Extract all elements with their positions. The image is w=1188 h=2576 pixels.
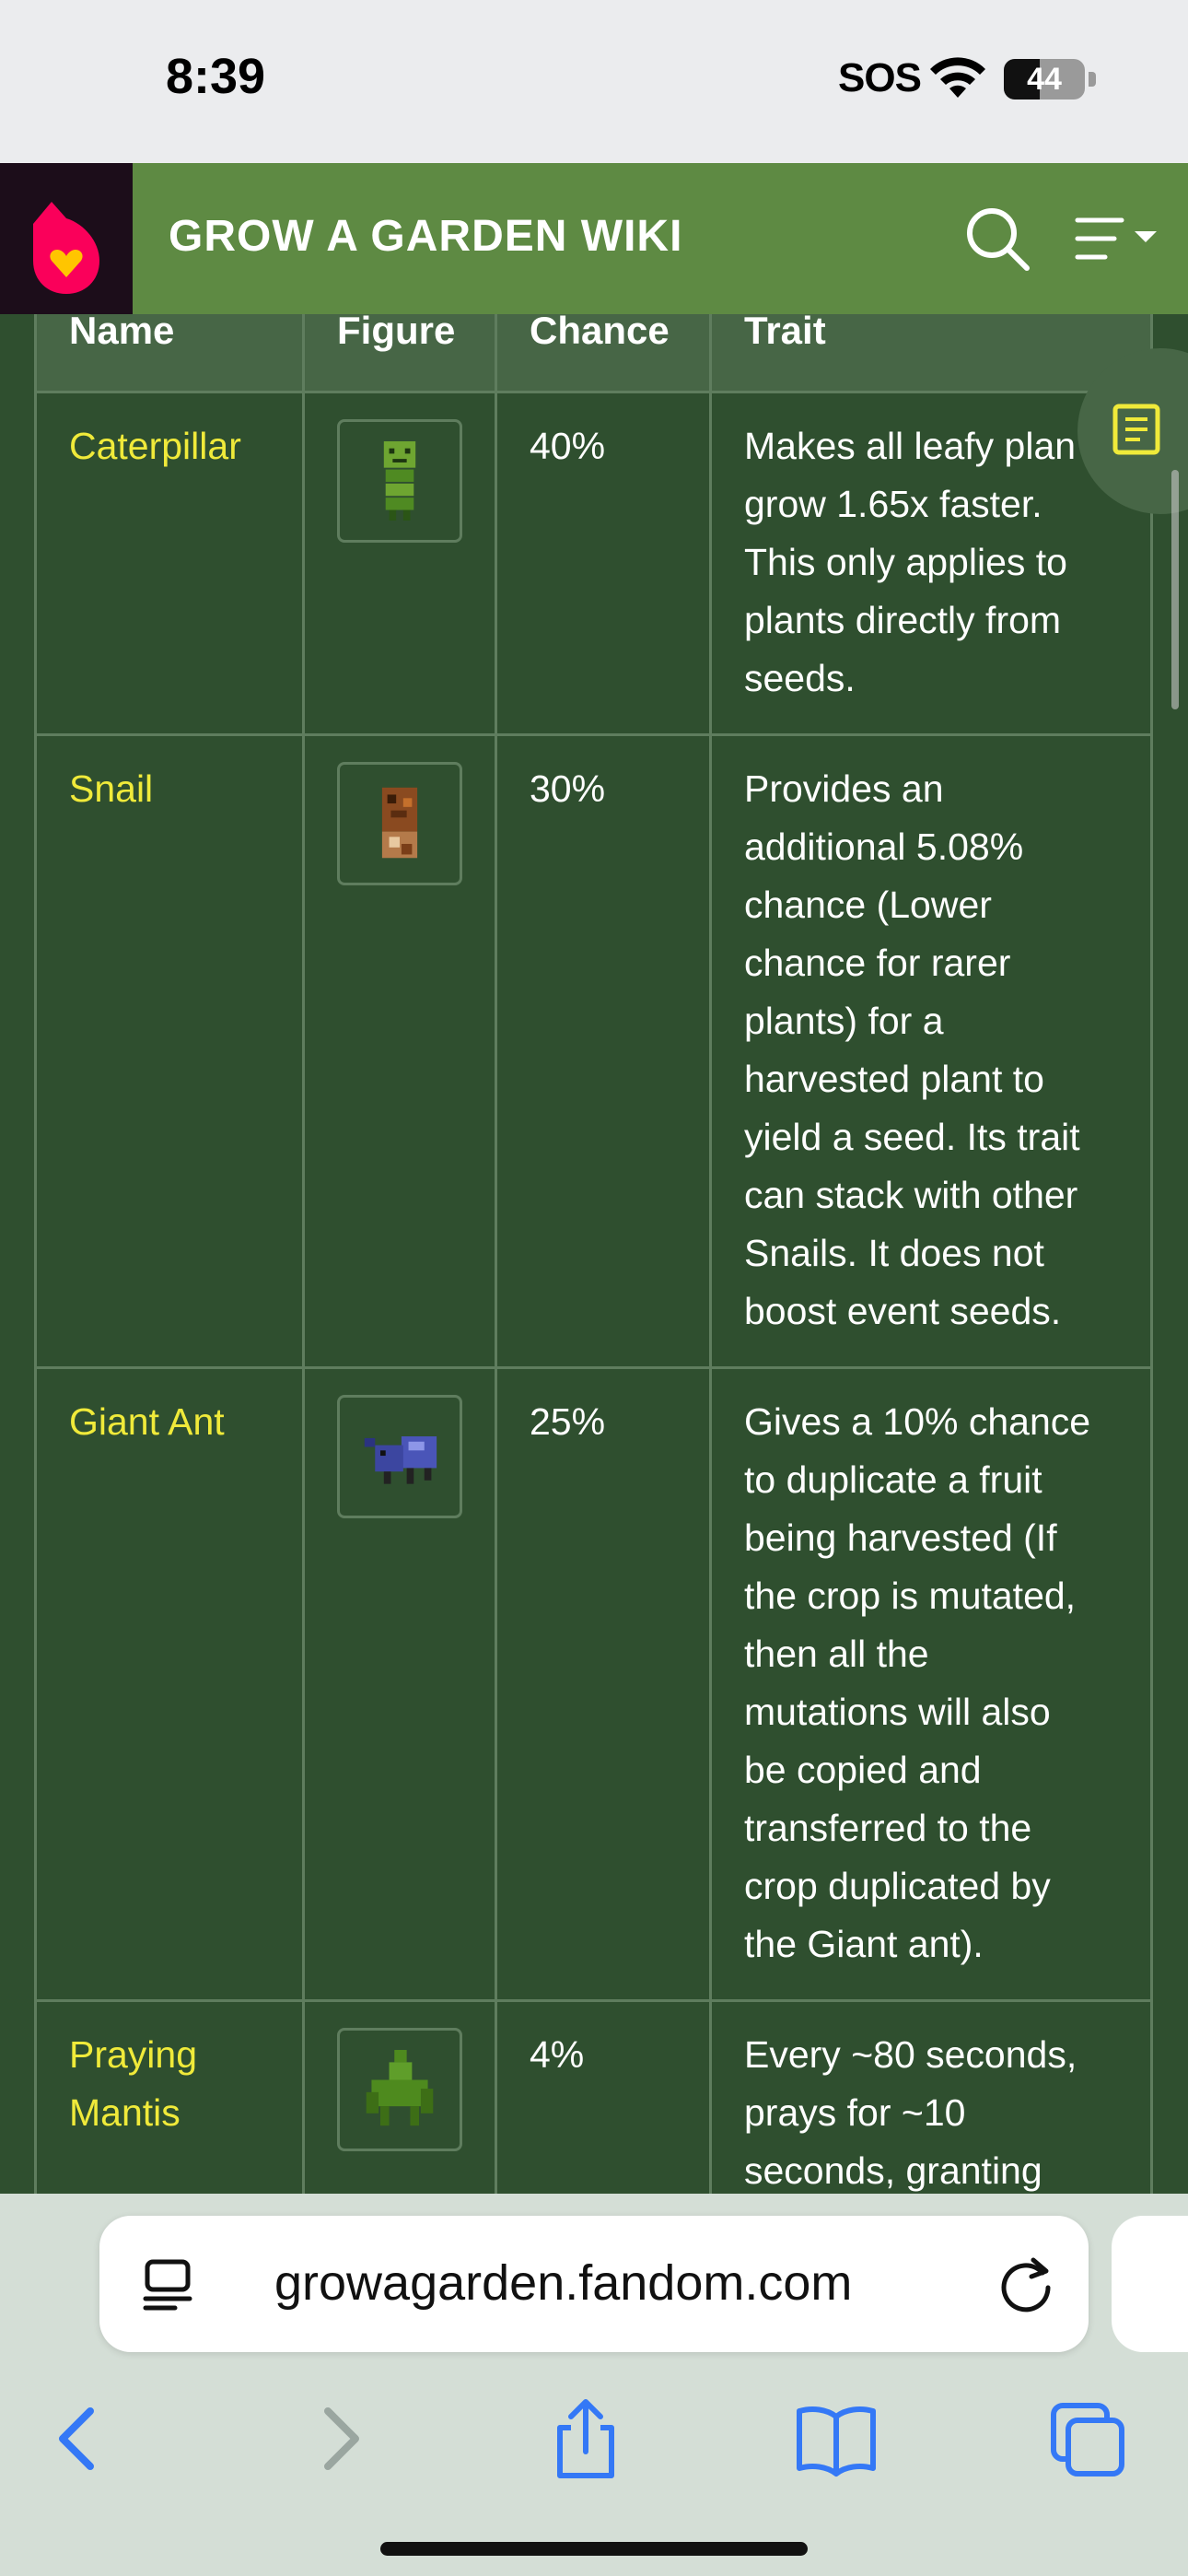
pet-figure[interactable] — [337, 762, 462, 885]
trait-line: then all the — [744, 1633, 929, 1675]
caterpillar-figure-icon — [383, 441, 416, 521]
pet-trait: Gives a 10% chance to duplicate a fruit … — [744, 1393, 1149, 1973]
trait-line: chance for rarer — [744, 942, 1011, 984]
wiki-header: GROW A GARDEN WIKI — [0, 163, 1188, 314]
battery-level: 44 — [1027, 62, 1062, 97]
scrollbar-thumb[interactable] — [1171, 470, 1179, 709]
wiki-title[interactable]: GROW A GARDEN WIKI — [169, 211, 682, 262]
table-row: Giant Ant 25% Gives a 10% chance to dupl… — [34, 1369, 1153, 2002]
fandom-logo[interactable] — [0, 163, 133, 314]
pet-figure[interactable] — [337, 1395, 462, 1518]
tabs-icon[interactable] — [1044, 2396, 1129, 2481]
pet-chance: 4% — [530, 2033, 585, 2076]
column-header-trait: Trait — [744, 314, 826, 352]
trait-line: Provides an — [744, 767, 944, 810]
address-bar[interactable]: growagarden.fandom.com — [99, 2216, 1089, 2352]
bookmarks-icon[interactable] — [794, 2396, 879, 2481]
trait-line: boost event seeds. — [744, 1290, 1062, 1332]
column-divider — [302, 314, 305, 2194]
trait-line: This only applies to — [744, 541, 1067, 583]
page-menu-icon[interactable] — [142, 2258, 193, 2313]
status-time: 8:39 — [166, 49, 266, 104]
reload-icon[interactable] — [996, 2253, 1055, 2313]
column-divider — [495, 314, 497, 2194]
url-text[interactable]: growagarden.fandom.com — [274, 2254, 852, 2312]
table-row: Caterpillar 40% Makes all leafy plan gro… — [34, 393, 1153, 736]
pet-name[interactable]: Caterpillar — [69, 417, 241, 475]
praying-mantis-figure-icon — [366, 2050, 434, 2126]
trait-line: plants directly from — [744, 599, 1062, 641]
trait-line: seconds, granting — [744, 2149, 1042, 2192]
pet-name[interactable]: Praying Mantis — [69, 2026, 197, 2142]
column-divider — [34, 314, 37, 2194]
column-header-chance: Chance — [530, 314, 670, 352]
pet-name-line: Mantis — [69, 2091, 181, 2134]
trait-line: chance (Lower — [744, 884, 992, 926]
trait-line: Every ~80 seconds, — [744, 2033, 1077, 2076]
trait-line: prays for ~10 — [744, 2091, 966, 2134]
trait-line: yield a seed. Its trait — [744, 1116, 1080, 1158]
column-divider — [1150, 314, 1153, 2194]
battery-tip — [1089, 72, 1096, 87]
trait-line: be copied and — [744, 1749, 982, 1791]
trait-line: the Giant ant). — [744, 1923, 984, 1965]
trait-line: to duplicate a fruit — [744, 1458, 1042, 1501]
menu-icon[interactable] — [1074, 215, 1162, 263]
browser-nav-row — [0, 2378, 1188, 2498]
trait-line: crop duplicated by — [744, 1865, 1051, 1907]
snail-figure-icon — [381, 787, 418, 859]
trait-line: can stack with other — [744, 1174, 1078, 1216]
giant-ant-figure-icon — [364, 1436, 437, 1484]
trait-line: Gives a 10% chance — [744, 1400, 1091, 1443]
wifi-icon — [930, 57, 985, 98]
trait-line: plants) for a — [744, 1000, 944, 1042]
table-of-contents-icon — [1112, 404, 1160, 455]
pet-chance: 30% — [530, 767, 606, 810]
column-divider — [709, 314, 712, 2194]
pet-figure[interactable] — [337, 2028, 462, 2151]
trait-line: seeds. — [744, 657, 856, 699]
search-icon[interactable] — [962, 204, 1032, 274]
column-header-name: Name — [69, 314, 175, 352]
trait-line: additional 5.08% — [744, 825, 1024, 868]
trait-line: mutations will also — [744, 1691, 1051, 1733]
fandom-flame-icon — [33, 202, 99, 294]
trait-line: Snails. It does not — [744, 1232, 1044, 1274]
trait-line: harvested plant to — [744, 1058, 1044, 1100]
battery-icon: 44 — [1004, 59, 1085, 100]
pet-chance: 40% — [530, 425, 606, 467]
trait-line: being harvested (If — [744, 1516, 1057, 1559]
table-header-row: Name Figure Chance Trait — [34, 314, 1153, 393]
share-icon[interactable] — [543, 2396, 628, 2481]
browser-toolbar: growagarden.fandom.com — [0, 2194, 1188, 2576]
pet-name[interactable]: Giant Ant — [69, 1393, 225, 1451]
forward-icon[interactable] — [297, 2396, 381, 2481]
next-tab-preview[interactable] — [1112, 2216, 1188, 2352]
pet-trait: Provides an additional 5.08% chance (Low… — [744, 760, 1149, 1341]
table-row: Snail 30% Provides an additional 5.08% c… — [34, 736, 1153, 1369]
trait-line: the crop is mutated, — [744, 1575, 1077, 1617]
pet-trait: Every ~80 seconds, prays for ~10 seconds… — [744, 2026, 1149, 2194]
carrier-label: SOS — [838, 55, 922, 100]
pet-name-line: Praying — [69, 2033, 198, 2076]
status-bar: 8:39 SOS 44 — [0, 0, 1188, 163]
column-header-figure: Figure — [337, 314, 456, 352]
home-indicator[interactable] — [380, 2542, 808, 2556]
pets-table: Name Figure Chance Trait Caterpillar 40%… — [0, 314, 1188, 2194]
pet-chance: 25% — [530, 1400, 606, 1443]
trait-line: grow 1.65x faster. — [744, 483, 1042, 525]
pet-figure[interactable] — [337, 419, 462, 543]
table-row: Praying Mantis 4% Every ~80 seconds, pra… — [34, 2002, 1153, 2194]
back-icon[interactable] — [37, 2396, 122, 2481]
trait-line: transferred to the — [744, 1807, 1032, 1849]
pet-name[interactable]: Snail — [69, 760, 153, 818]
